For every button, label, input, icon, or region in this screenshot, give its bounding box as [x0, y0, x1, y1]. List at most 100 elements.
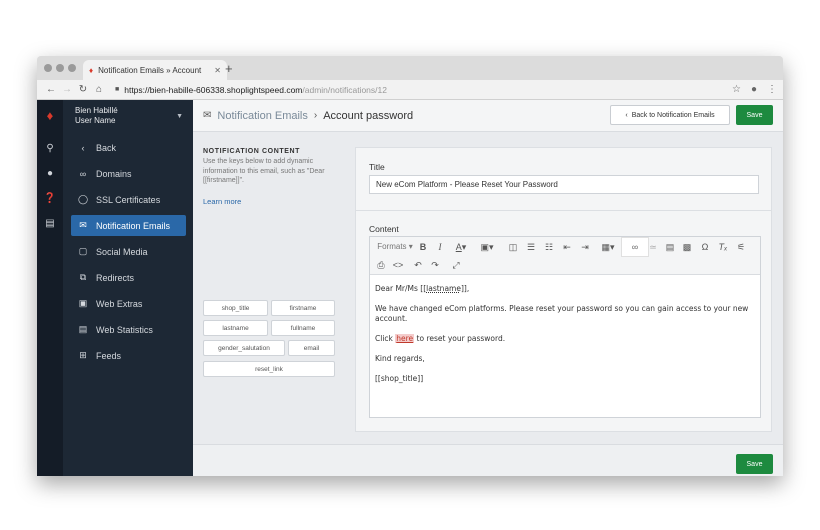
lightspeed-logo-icon[interactable]: ♦	[37, 108, 63, 123]
sidebar-item-label: Social Media	[96, 246, 148, 257]
bullet-list-icon[interactable]: ☰	[524, 239, 538, 255]
table-icon[interactable]: ▦▾	[599, 239, 617, 255]
url-host: https://bien-habille-606338.shoplightspe…	[124, 84, 303, 95]
background-color-icon[interactable]: ▣▾	[478, 239, 496, 255]
extras-icon: ▣	[78, 298, 88, 308]
find-replace-icon[interactable]: ⚟	[734, 239, 748, 255]
sidebar-item-social-media[interactable]: ▢ Social Media	[71, 241, 186, 262]
profile-icon[interactable]: ●	[751, 84, 757, 95]
indent-icon[interactable]: ⇥	[578, 239, 592, 255]
key-button-shop-title[interactable]: shop_title	[203, 300, 268, 316]
sidebar-item-label: Domains	[96, 168, 132, 179]
bold-icon[interactable]: B	[416, 239, 430, 255]
home-icon[interactable]: ⌂	[91, 84, 107, 95]
sidebar-item-domains[interactable]: ∞ Domains	[71, 163, 186, 184]
browser-window: ♦ Notification Emails » Account ✕ + ← → …	[37, 56, 783, 476]
sidebar-item-label: Redirects	[96, 272, 135, 283]
sidebar-item-feeds[interactable]: ⊞ Feeds	[71, 345, 186, 366]
paste-text-icon[interactable]: ◫	[506, 239, 520, 255]
special-character-icon[interactable]: Ω	[698, 239, 712, 255]
sidebar-item-label: Web Statistics	[96, 324, 153, 335]
learn-more-link[interactable]: Learn more	[203, 197, 343, 206]
editor-body[interactable]: Dear Mr/Ms [[lastname]], We have changed…	[375, 284, 757, 394]
italic-icon[interactable]: I	[433, 239, 447, 255]
store-switcher[interactable]: Bien Habillé User Name ▼	[63, 100, 193, 132]
title-input[interactable]: New eCom Platform - Please Reset Your Pa…	[369, 175, 759, 194]
sidebar-item-notification-emails[interactable]: ✉ Notification Emails	[71, 215, 186, 236]
mail-icon: ✉	[79, 220, 87, 230]
lock-icon: ■	[115, 86, 120, 93]
key-button-fullname[interactable]: fullname	[271, 320, 335, 336]
key-button-reset-link[interactable]: reset_link	[203, 361, 335, 377]
footer-bar: Save	[193, 444, 783, 476]
key-button-email[interactable]: email	[288, 340, 335, 356]
sidebar: Bien Habillé User Name ▼ ‹ Back ∞ Domain…	[63, 100, 193, 476]
clear-formatting-icon[interactable]: Tₓ	[716, 239, 730, 255]
undo-icon[interactable]: ↶	[411, 257, 425, 273]
insert-media-icon[interactable]: ▩	[680, 239, 694, 255]
greeting-suffix: ]],	[460, 284, 470, 293]
forward-arrow-icon[interactable]: →	[59, 84, 75, 95]
editor-toolbar: Formats ▾ B I A▾ ▣▾ ◫ ☰ ☷ ⇤ ⇥ ▦▾ ∞ ≃ ▤ ▩…	[370, 237, 760, 275]
sidebar-item-ssl-certificates[interactable]: ◯ SSL Certificates	[71, 189, 186, 210]
unlink-icon[interactable]: ≃	[647, 239, 659, 255]
caret-down-icon: ▼	[176, 113, 183, 120]
sidebar-item-web-statistics[interactable]: ▤ Web Statistics	[71, 319, 186, 340]
numbered-list-icon[interactable]: ☷	[542, 239, 556, 255]
redirect-icon: ⧉	[79, 272, 87, 282]
footer-save-button[interactable]: Save	[736, 454, 773, 474]
store-icon[interactable]: ▤	[37, 218, 63, 229]
fullscreen-icon[interactable]: ⤢	[449, 257, 463, 273]
close-window-button[interactable]	[44, 64, 52, 72]
rich-text-editor[interactable]: Formats ▾ B I A▾ ▣▾ ◫ ☰ ☷ ⇤ ⇥ ▦▾ ∞ ≃ ▤ ▩…	[369, 236, 761, 418]
reset-link[interactable]: here	[395, 334, 415, 343]
sidebar-item-label: Web Extras	[96, 298, 143, 309]
breadcrumb-parent[interactable]: Notification Emails	[217, 110, 307, 122]
print-icon[interactable]: ⎙	[374, 257, 388, 273]
icon-rail: ♦ ⚲ ● ❓ ▤	[37, 100, 63, 476]
new-tab-icon[interactable]: +	[225, 61, 233, 76]
sidebar-item-web-extras[interactable]: ▣ Web Extras	[71, 293, 186, 314]
sidebar-item-label: Notification Emails	[96, 220, 171, 231]
key-button-firstname[interactable]: firstname	[271, 300, 335, 316]
source-code-icon[interactable]: <>	[391, 257, 405, 273]
back-button-label: Back to Notification Emails	[631, 111, 715, 119]
close-tab-icon[interactable]: ✕	[214, 66, 221, 75]
sidebar-item-label: Feeds	[96, 350, 122, 361]
reload-icon[interactable]: ↻	[75, 84, 91, 95]
maximize-window-button[interactable]	[68, 64, 76, 72]
insert-image-icon[interactable]: ▤	[663, 239, 677, 255]
sidebar-item-redirects[interactable]: ⧉ Redirects	[71, 267, 186, 288]
main-content: ✉ Notification Emails › Account password…	[193, 100, 783, 476]
chevron-right-icon: ›	[313, 110, 318, 121]
sidebar-item-back[interactable]: ‹ Back	[71, 137, 186, 158]
back-to-notification-emails-button[interactable]: ‹ Back to Notification Emails	[610, 105, 730, 125]
formats-dropdown[interactable]: Formats ▾	[375, 239, 415, 255]
url-field[interactable]: ■ https://bien-habille-606338.shoplights…	[115, 85, 732, 95]
minimize-window-button[interactable]	[56, 64, 64, 72]
click-prefix: Click	[375, 334, 396, 343]
save-button[interactable]: Save	[736, 105, 773, 125]
outdent-icon[interactable]: ⇤	[560, 239, 574, 255]
notification-bell-icon[interactable]: ●	[37, 168, 63, 179]
browser-menu-icon[interactable]: ⋮	[767, 84, 777, 95]
browser-tab[interactable]: ♦ Notification Emails » Account ✕	[83, 60, 227, 80]
formats-label: Formats	[377, 242, 407, 251]
feeds-icon: ⊞	[79, 350, 87, 360]
text-color-icon[interactable]: A▾	[452, 239, 470, 255]
help-icon[interactable]: ❓	[37, 193, 63, 204]
link-icon: ∞	[79, 168, 87, 179]
bookmark-star-icon[interactable]: ☆	[732, 84, 741, 95]
notification-content-panel: NOTIFICATION CONTENT Use the keys below …	[203, 148, 343, 206]
editor-line-click: Click here to reset your password.	[375, 334, 757, 344]
greeting-prefix: Dear Mr/Ms [[	[375, 284, 427, 293]
insert-link-icon[interactable]: ∞	[622, 238, 648, 256]
divider	[356, 210, 771, 211]
redo-icon[interactable]: ↷	[428, 257, 442, 273]
editor-line-body: We have changed eCom platforms. Please r…	[375, 304, 749, 323]
key-button-lastname[interactable]: lastname	[203, 320, 268, 336]
key-button-gender-salutation[interactable]: gender_salutation	[203, 340, 285, 356]
back-arrow-icon[interactable]: ←	[43, 84, 59, 95]
search-icon[interactable]: ⚲	[37, 143, 63, 154]
section-title: NOTIFICATION CONTENT	[203, 148, 301, 155]
